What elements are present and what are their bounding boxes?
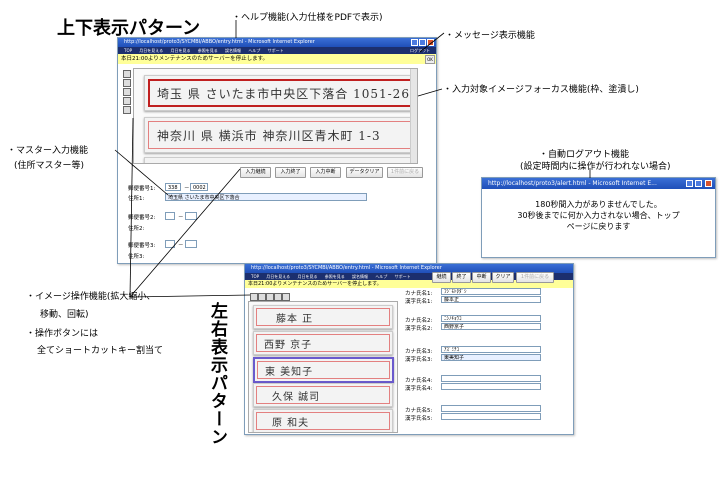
leader-image-ops-tools-side (129, 294, 251, 298)
leader-message (419, 32, 445, 53)
leader-master (114, 149, 169, 196)
leader-buttons-top (129, 168, 241, 298)
leader-focus (417, 88, 443, 97)
leader-image-ops-tools-top (129, 117, 134, 298)
leader-lines (114, 20, 591, 298)
